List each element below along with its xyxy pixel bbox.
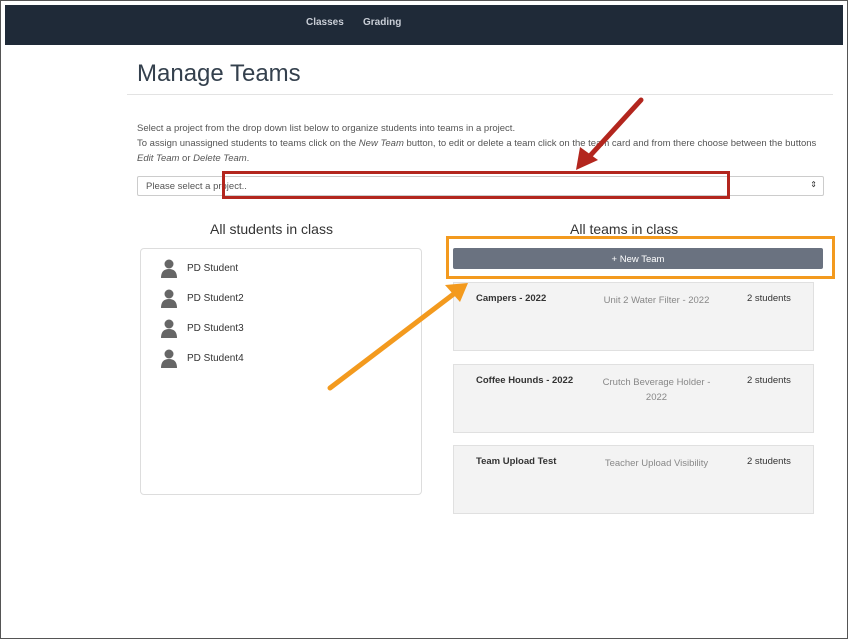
red-arrow-icon: [576, 97, 644, 170]
annotation-arrows: [327, 97, 644, 391]
orange-arrow-icon: [327, 283, 468, 391]
